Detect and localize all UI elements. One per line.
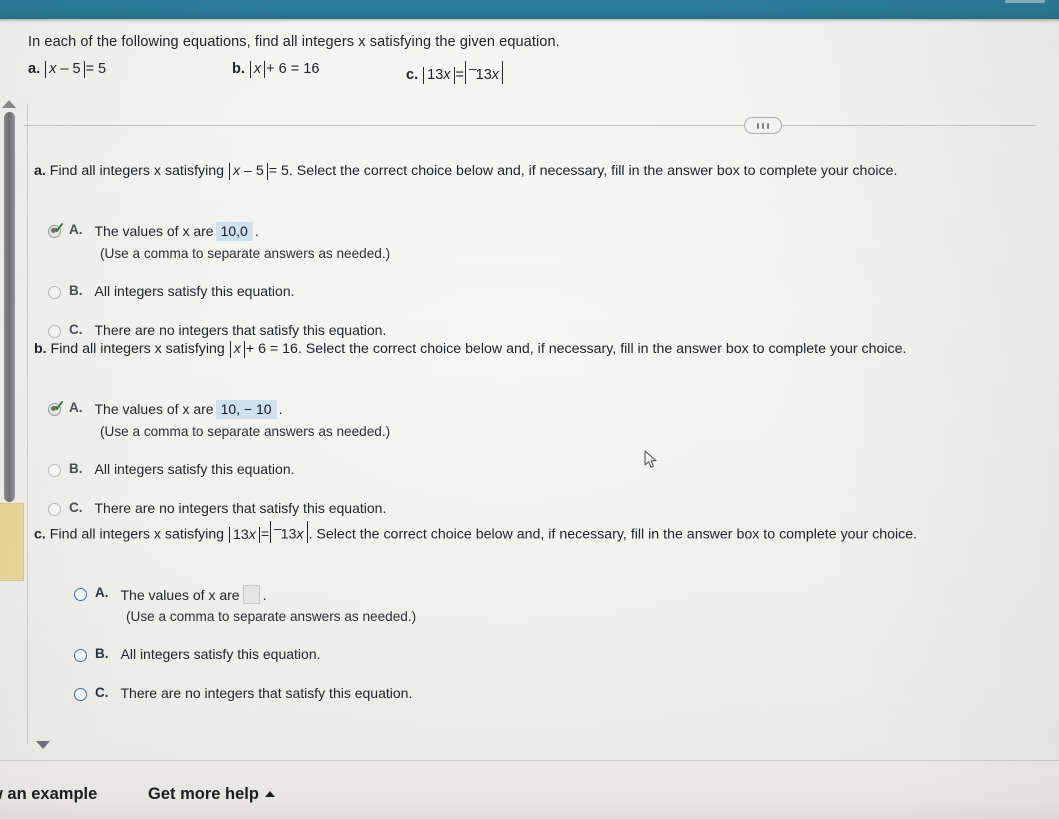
- radio-part-c-C[interactable]: [74, 688, 87, 702]
- part-b-choice-C[interactable]: C. There are no integers that satisfy th…: [48, 500, 386, 516]
- radio-part-a-B[interactable]: [48, 285, 61, 299]
- get-more-help-button[interactable]: Get more help: [148, 785, 275, 804]
- part-a-question: a. Find all integers x satisfying x – 5 =…: [34, 163, 898, 180]
- part-c-choice-C-text: There are no integers that satisfy this …: [120, 685, 413, 702]
- part-b-choice-A-letter: A.: [69, 399, 83, 415]
- more-options-button[interactable]: [744, 117, 782, 134]
- caret-up-icon: [264, 791, 275, 797]
- part-b-choice-C-letter: C.: [69, 499, 83, 515]
- part-b-choice-B-letter: B.: [69, 460, 83, 476]
- part-c-choice-A[interactable]: A. The values of x are.: [74, 585, 267, 605]
- part-a-choice-B-letter: B.: [69, 282, 83, 298]
- part-c-choice-B-text: All integers satisfy this equation.: [120, 646, 321, 663]
- question-sheet: In each of the following equations, find…: [0, 23, 1059, 760]
- app-screen: In each of the following equations, find…: [0, 0, 1059, 819]
- part-a-label: a.: [34, 163, 46, 179]
- part-b-label: b.: [34, 341, 47, 357]
- radio-part-b-C[interactable]: [48, 502, 61, 516]
- bottom-action-bar: w an example Get more help: [0, 760, 1059, 819]
- answer-input-part-b[interactable]: 10, − 10: [215, 399, 277, 419]
- radio-part-c-A[interactable]: [74, 588, 87, 602]
- part-b-choice-A[interactable]: ✓ A. The values of x are 10, − 10.: [48, 399, 283, 419]
- part-c-hint: (Use a comma to separate answers as need…: [126, 609, 417, 625]
- equation-b-label: b.: [232, 61, 245, 77]
- get-more-help-label: Get more help: [148, 785, 259, 803]
- part-a-choice-B[interactable]: B. All integers satisfy this equation.: [48, 283, 295, 299]
- part-c-choice-A-text: The values of x are.: [120, 585, 267, 605]
- equation-row: a. x – 5 = 5 b. x + 6 = 16 c. 13x = –13x: [28, 61, 1028, 85]
- part-c-choice-B[interactable]: B. All integers satisfy this equation.: [74, 646, 321, 663]
- correct-check-icon: ✓: [53, 219, 66, 237]
- radio-part-a-C[interactable]: [48, 324, 61, 338]
- radio-part-a-A[interactable]: ✓: [48, 221, 66, 238]
- answer-input-part-a[interactable]: 10,0: [215, 221, 253, 241]
- top-header-bar: [0, 0, 1059, 19]
- part-b-choice-B[interactable]: B. All integers satisfy this equation.: [48, 461, 295, 477]
- part-c-choice-B-letter: B.: [95, 646, 109, 662]
- part-a: a. Find all integers x satisfying x – 5 =…: [34, 163, 1059, 338]
- part-a-choice-C[interactable]: C. There are no integers that satisfy th…: [48, 322, 386, 338]
- part-b: b. Find all integers x satisfying x + 6 =…: [34, 341, 1059, 516]
- equation-b: b. x + 6 = 16: [232, 61, 320, 79]
- part-a-choice-C-letter: C.: [69, 321, 83, 337]
- equation-c: c. 13x = –13x: [406, 61, 504, 84]
- radio-part-c-B[interactable]: [74, 649, 87, 663]
- mouse-cursor-icon: [644, 450, 657, 468]
- header-nub: [1005, 0, 1045, 3]
- radio-part-b-A[interactable]: ✓: [48, 399, 66, 416]
- part-c-choice-C-letter: C.: [95, 685, 109, 701]
- part-a-choice-A-text: The values of x are 10,0.: [94, 221, 259, 241]
- dot-1-icon: [757, 122, 759, 129]
- part-a-choice-C-text: There are no integers that satisfy this …: [94, 321, 387, 338]
- part-a-choice-A-letter: A.: [69, 221, 83, 237]
- question-prompt: In each of the following equations, find…: [28, 34, 560, 50]
- part-c: c. Find all integers x satisfying 13x = –1…: [34, 521, 1059, 702]
- equation-c-abs-left: 13x: [423, 66, 455, 84]
- part-b-choice-B-text: All integers satisfy this equation.: [94, 460, 295, 477]
- part-c-label: c.: [34, 526, 46, 543]
- dot-3-icon: [767, 122, 769, 129]
- view-an-example-button[interactable]: w an example: [0, 785, 97, 804]
- equation-a-abs: x – 5: [45, 61, 85, 79]
- part-a-hint: (Use a comma to separate answers as need…: [100, 245, 391, 261]
- radio-part-b-B[interactable]: [48, 463, 61, 477]
- part-c-choice-A-letter: A.: [95, 585, 109, 601]
- part-c-choice-C[interactable]: C. There are no integers that satisfy th…: [74, 685, 413, 702]
- part-b-choice-C-text: There are no integers that satisfy this …: [94, 499, 387, 516]
- equation-c-label: c.: [406, 66, 419, 83]
- part-b-question: b. Find all integers x satisfying x + 6 =…: [34, 341, 907, 358]
- equation-b-abs: x: [249, 61, 266, 79]
- part-a-choice-A[interactable]: ✓ A. The values of x are 10,0.: [48, 221, 259, 241]
- dot-2-icon: [762, 122, 764, 129]
- correct-check-icon: ✓: [53, 397, 66, 415]
- equation-c-abs-right: –13x: [464, 61, 504, 84]
- part-c-question: c. Find all integers x satisfying 13x = –1…: [34, 521, 918, 544]
- part-a-choice-B-text: All integers satisfy this equation.: [94, 282, 295, 299]
- part-b-choice-A-text: The values of x are 10, − 10.: [94, 399, 283, 419]
- equation-a-label: a.: [28, 61, 41, 77]
- section-divider: [24, 125, 1036, 126]
- part-b-hint: (Use a comma to separate answers as need…: [100, 423, 391, 439]
- equation-a: a. x – 5 = 5: [28, 61, 107, 79]
- answer-input-part-c[interactable]: [242, 585, 260, 605]
